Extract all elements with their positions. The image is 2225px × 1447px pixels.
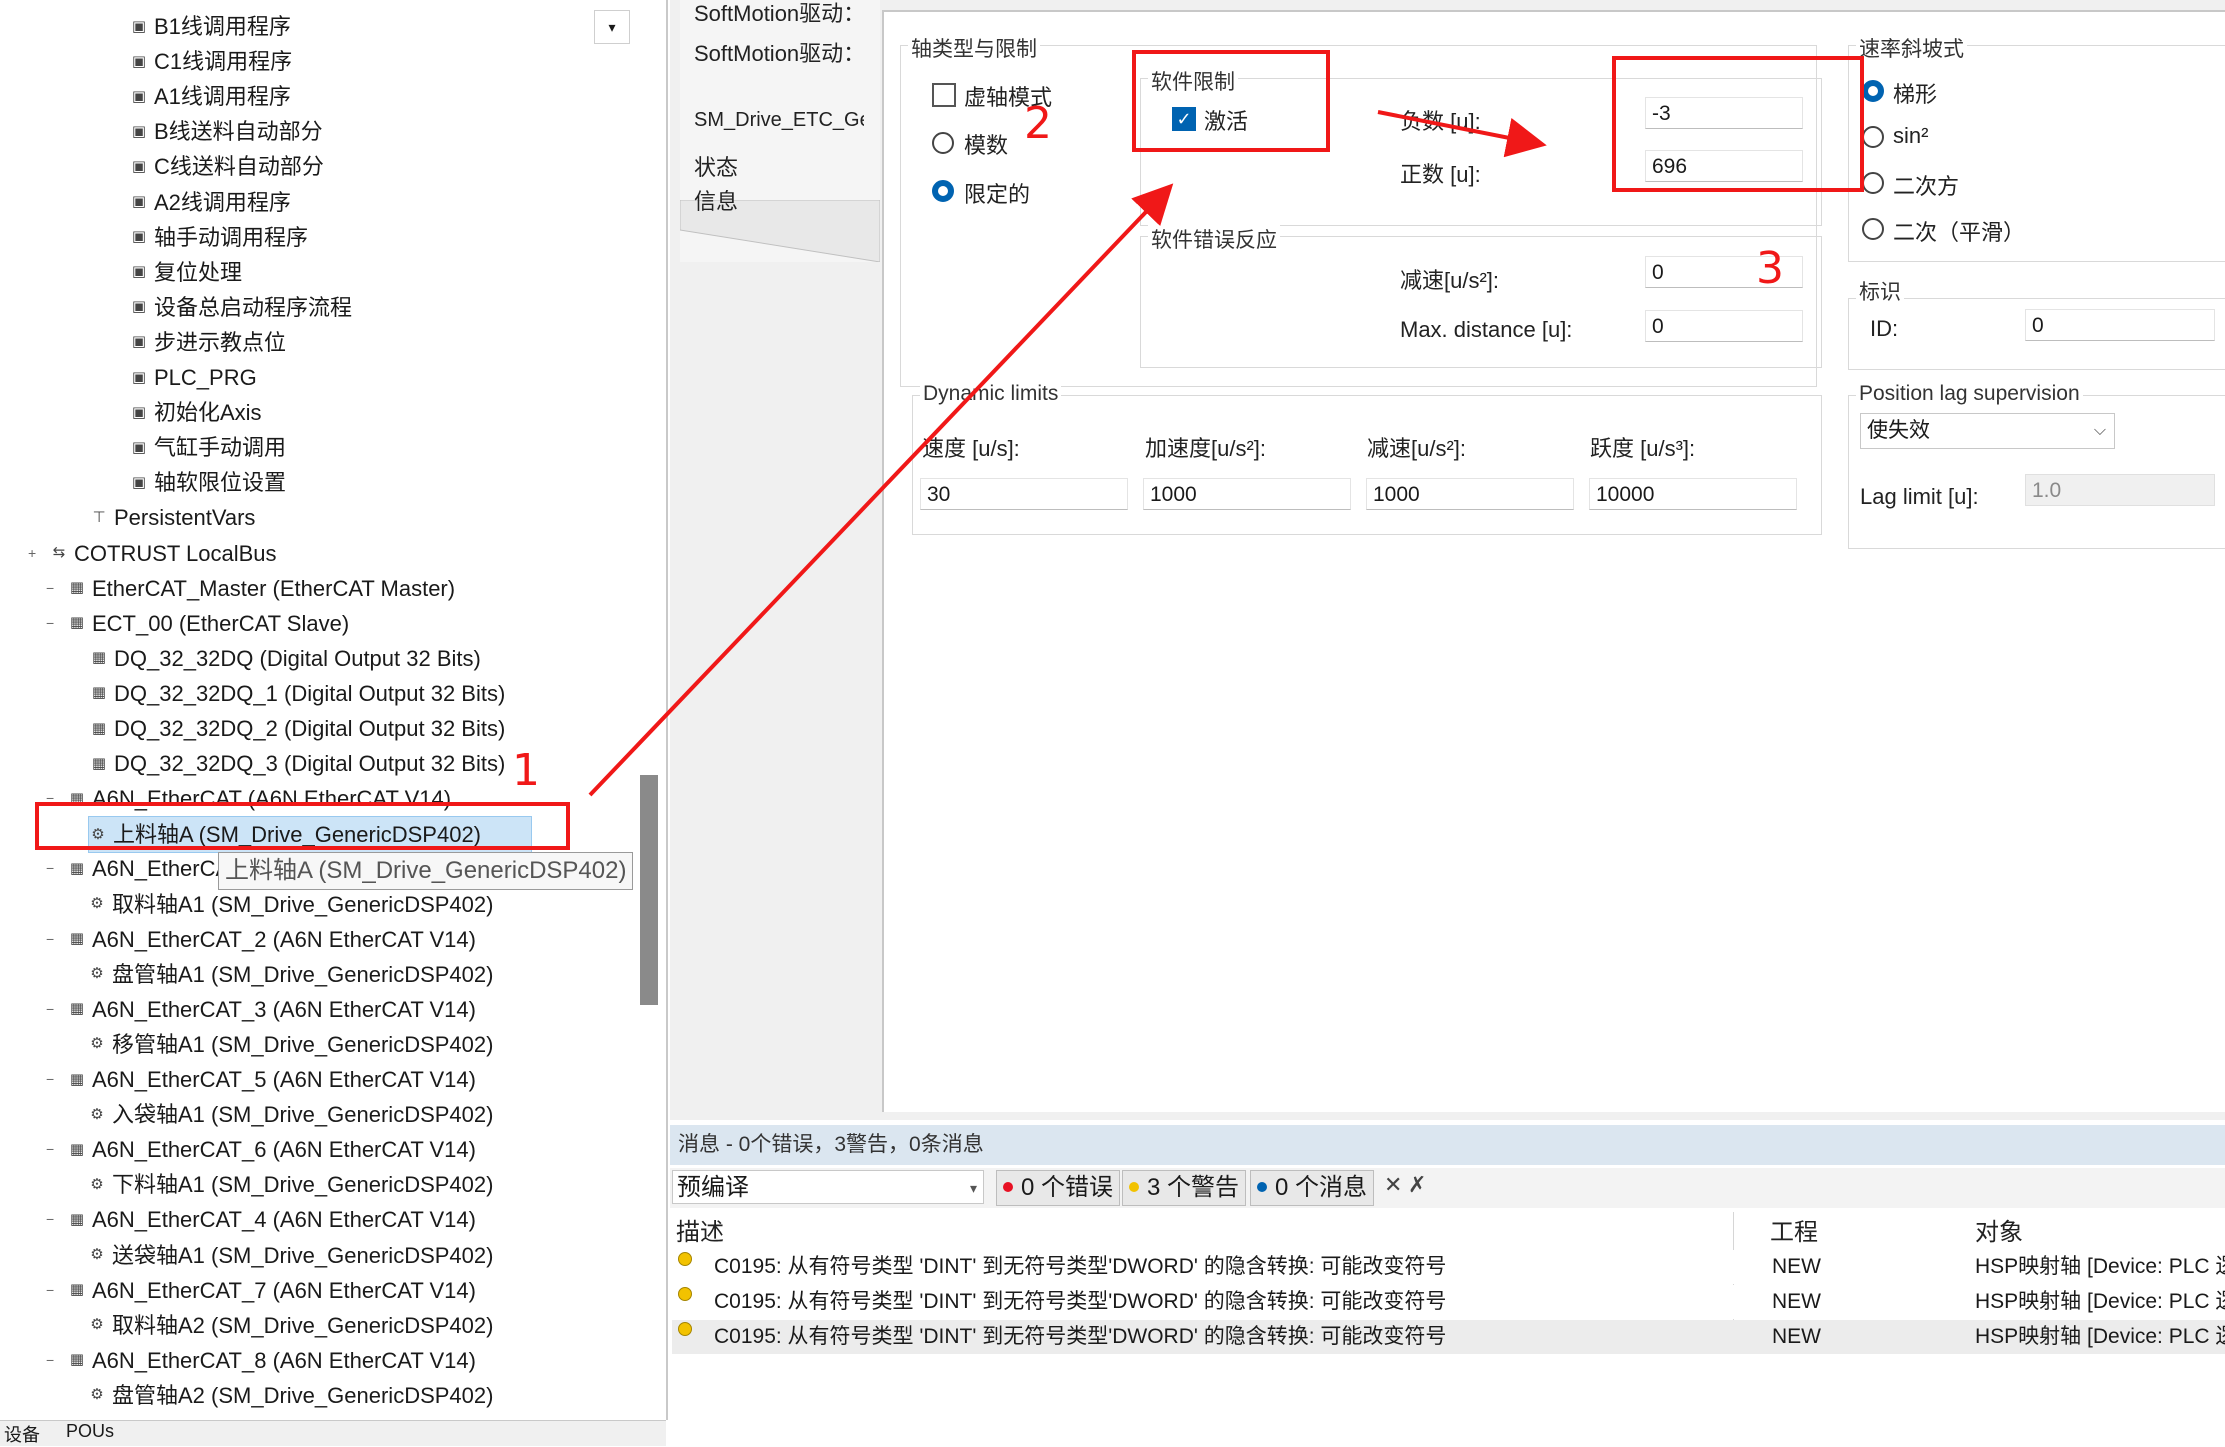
warning-icon <box>678 1252 692 1266</box>
chevron-down-icon: ▾ <box>969 1180 977 1196</box>
message-object: HSP映射轴 [Device: PLC 逻 <box>1975 1255 2225 1278</box>
info-filter-button[interactable]: 0 个消息 <box>1250 1170 1375 1206</box>
arrow-axis-to-limits <box>588 183 1174 797</box>
message-description: C0195: 从有符号类型 'DINT' 到无符号类型'DWORD' 的隐含转换… <box>714 1290 1447 1313</box>
message-project: NEW <box>1772 1255 1821 1278</box>
message-row[interactable]: C0195: 从有符号类型 'DINT' 到无符号类型'DWORD' 的隐含转换… <box>672 1285 2225 1319</box>
message-source-value: 预编译 <box>677 1174 749 1201</box>
clear-all-icon[interactable]: ✗ <box>1408 1172 1426 1198</box>
warning-icon <box>678 1287 692 1301</box>
message-object: HSP映射轴 [Device: PLC 逻 <box>1975 1290 2225 1313</box>
message-description: C0195: 从有符号类型 'DINT' 到无符号类型'DWORD' 的隐含转换… <box>714 1325 1447 1348</box>
warning-icon <box>1129 1182 1139 1192</box>
warning-icon <box>678 1322 692 1336</box>
warnings-filter-button[interactable]: 3 个警告 <box>1122 1170 1247 1206</box>
message-row[interactable]: C0195: 从有符号类型 'DINT' 到无符号类型'DWORD' 的隐含转换… <box>672 1320 2225 1354</box>
clear-messages-icon[interactable]: ✕ <box>1384 1172 1402 1198</box>
message-project: NEW <box>1772 1325 1821 1348</box>
info-icon <box>1257 1182 1267 1192</box>
message-project: NEW <box>1772 1290 1821 1313</box>
message-source-select[interactable]: 预编译 ▾ <box>672 1170 984 1204</box>
column-description[interactable]: 描述 <box>676 1212 724 1247</box>
message-object: HSP映射轴 [Device: PLC 逻 <box>1975 1325 2225 1348</box>
messages-title: 消息 - 0个错误，3警告，0条消息 <box>670 1125 2225 1165</box>
message-description: C0195: 从有符号类型 'DINT' 到无符号类型'DWORD' 的隐含转换… <box>714 1255 1447 1278</box>
column-object[interactable]: 对象 <box>1975 1212 2023 1247</box>
message-row[interactable]: C0195: 从有符号类型 'DINT' 到无符号类型'DWORD' 的隐含转换… <box>672 1250 2225 1284</box>
arrow-activate-to-values <box>1377 110 1547 158</box>
error-icon <box>1003 1182 1013 1192</box>
column-project[interactable]: 工程 <box>1770 1212 1818 1247</box>
errors-filter-button[interactable]: 0 个错误 <box>996 1170 1121 1206</box>
